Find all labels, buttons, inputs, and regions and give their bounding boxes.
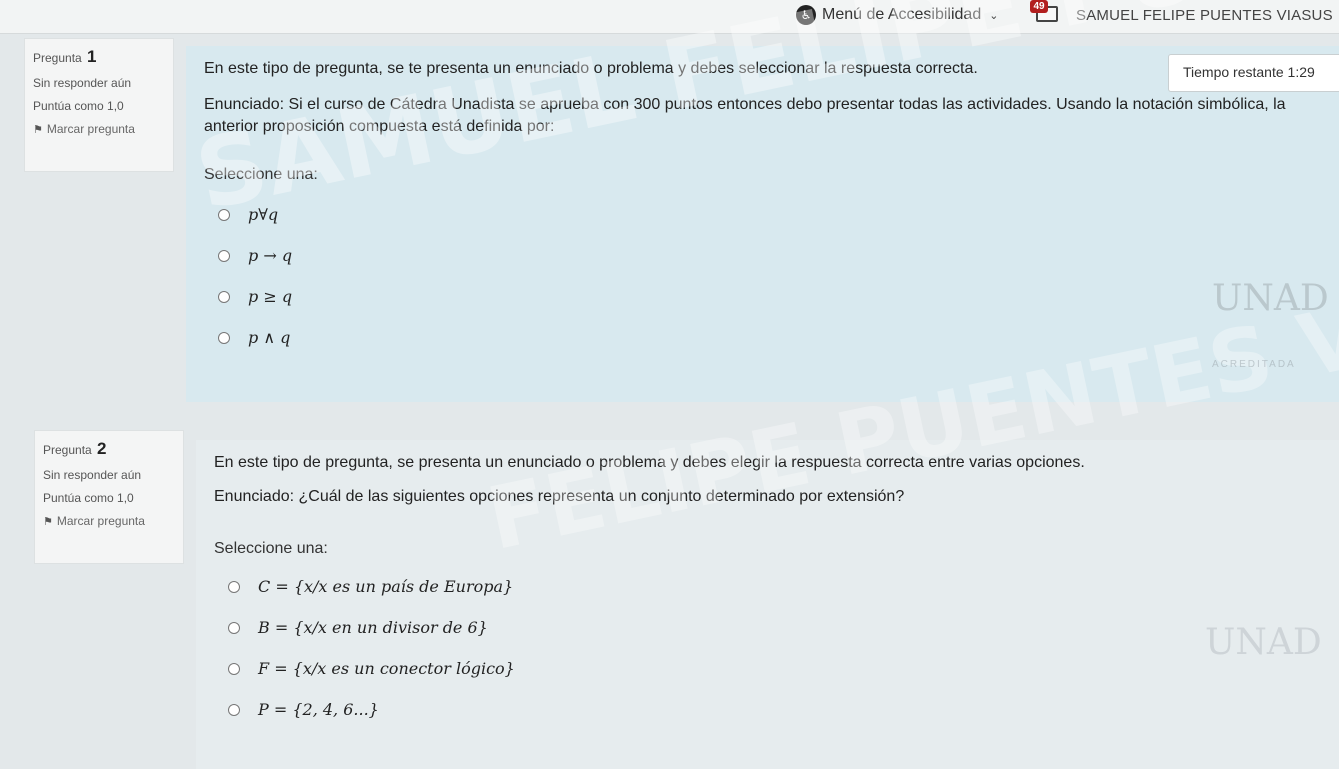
radio-button[interactable] (218, 249, 230, 262)
flag-icon: ⚑ (43, 516, 53, 528)
option-d[interactable]: p ∧ q (204, 317, 1321, 358)
question-statement: Enunciado: Si el curso de Cátedra Unadis… (204, 96, 1286, 135)
flag-question-label: Marcar pregunta (56, 514, 145, 528)
question-score: Puntúa como 1,0 (43, 491, 134, 505)
question-number: 2 (97, 439, 107, 458)
radio-button[interactable] (228, 580, 240, 593)
radio-button[interactable] (228, 621, 240, 634)
flag-question-link[interactable]: ⚑ Marcar pregunta (43, 514, 175, 528)
option-text: F = {x/x es un conector lógico} (258, 659, 515, 678)
select-one-label: Seleccione una: (214, 540, 328, 557)
question-1-content: En este tipo de pregunta, se te presenta… (186, 46, 1339, 402)
radio-button[interactable] (218, 331, 230, 344)
radio-button[interactable] (218, 208, 230, 221)
radio-button[interactable] (228, 662, 240, 675)
time-remaining: Tiempo restante 1:29 (1168, 54, 1339, 92)
chevron-down-icon: ⌄ (989, 9, 999, 22)
option-text: C = {x/x es un país de Europa} (258, 577, 514, 596)
question-2-content: En este tipo de pregunta, se presenta un… (196, 440, 1339, 769)
radio-button[interactable] (228, 703, 240, 716)
options-list: p∀q p → q p ≥ q p ∧ q (204, 194, 1321, 358)
question-statement: Enunciado: ¿Cuál de las siguientes opcio… (214, 488, 905, 505)
flag-question-label: Marcar pregunta (46, 122, 135, 136)
question-2-info: Pregunta 2 Sin responder aún Puntúa como… (34, 430, 184, 564)
option-c[interactable]: p ≥ q (204, 276, 1321, 317)
question-intro: En este tipo de pregunta, se te presenta… (204, 60, 978, 77)
option-text: p ≥ q (248, 287, 293, 306)
option-text: p ∧ q (248, 328, 291, 347)
question-score: Puntúa como 1,0 (33, 99, 124, 113)
select-one-label: Seleccione una: (204, 166, 318, 183)
option-b[interactable]: B = {x/x en un divisor de 6} (214, 607, 1321, 648)
options-list: C = {x/x es un país de Europa} B = {x/x … (214, 566, 1321, 730)
question-1-info: Pregunta 1 Sin responder aún Puntúa como… (24, 38, 174, 172)
accessibility-menu[interactable]: ♿ Menú de Accesibilidad ⌄ (796, 4, 998, 26)
option-text: p∀q (248, 205, 279, 224)
option-a[interactable]: C = {x/x es un país de Europa} (214, 566, 1321, 607)
flag-question-link[interactable]: ⚑ Marcar pregunta (33, 122, 165, 136)
option-b[interactable]: p → q (204, 235, 1321, 276)
question-status: Sin responder aún (43, 468, 142, 482)
question-status: Sin responder aún (33, 76, 132, 90)
option-a[interactable]: p∀q (204, 194, 1321, 235)
user-menu[interactable]: SAMUEL FELIPE PUENTES VIASUS (1076, 7, 1333, 24)
option-d[interactable]: P = {2, 4, 6...} (214, 689, 1321, 730)
option-text: p → q (248, 246, 293, 265)
option-text: P = {2, 4, 6...} (258, 700, 379, 719)
message-count-badge: 49 (1030, 0, 1048, 13)
question-number: 1 (87, 47, 97, 66)
question-label: Pregunta (33, 51, 82, 65)
question-label: Pregunta (43, 443, 92, 457)
option-c[interactable]: F = {x/x es un conector lógico} (214, 648, 1321, 689)
flag-icon: ⚑ (33, 124, 43, 136)
top-bar: ♿ Menú de Accesibilidad ⌄ 49 SAMUEL FELI… (0, 0, 1339, 34)
option-text: B = {x/x en un divisor de 6} (258, 618, 488, 637)
accessibility-icon: ♿ (796, 5, 816, 25)
question-intro: En este tipo de pregunta, se presenta un… (214, 454, 1085, 471)
accessibility-menu-label: Menú de Accesibilidad (822, 6, 982, 23)
radio-button[interactable] (218, 290, 230, 303)
